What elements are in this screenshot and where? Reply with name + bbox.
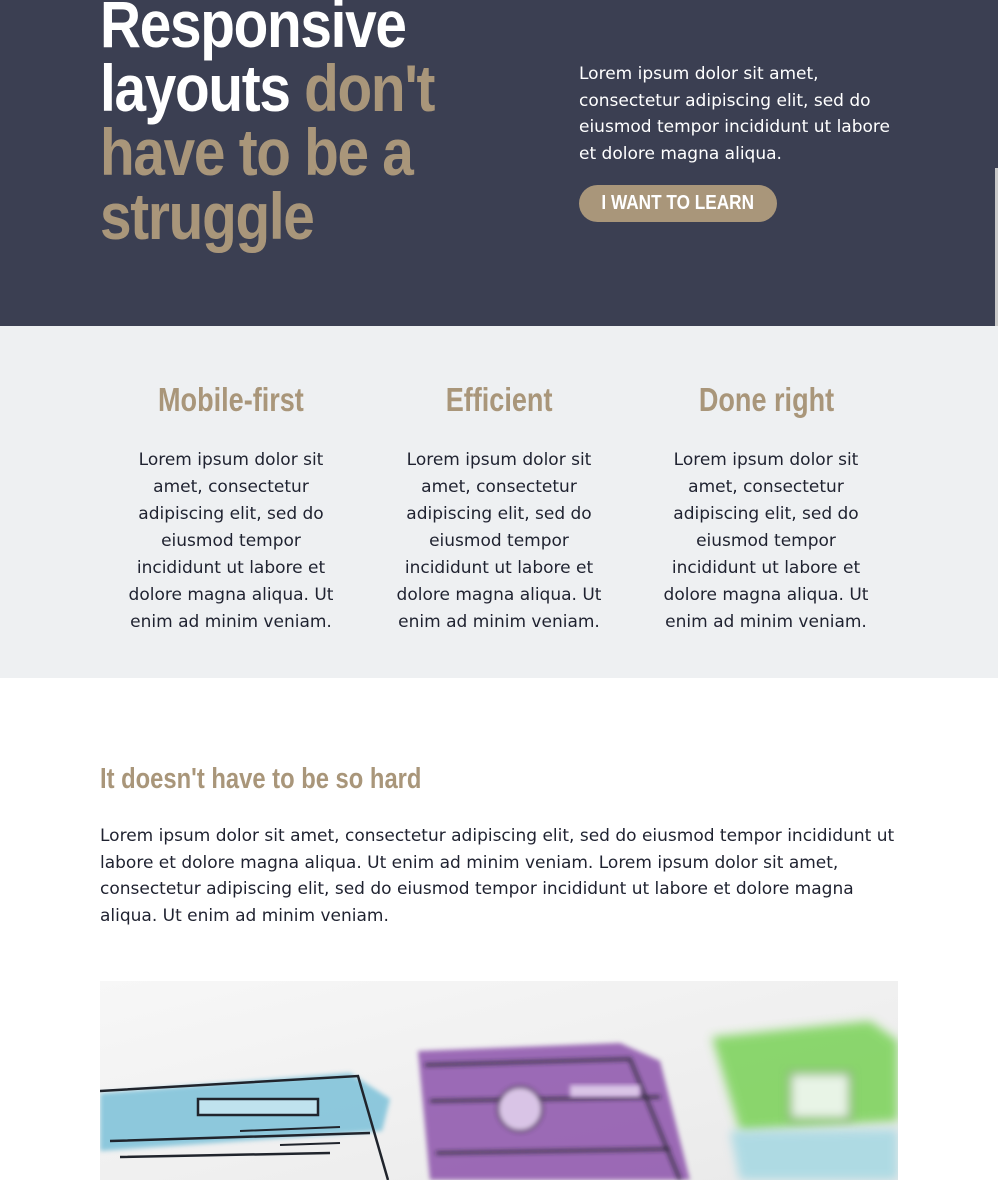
learn-button[interactable]: I want to learn [579,185,777,222]
hero-section: Responsive layouts don't have to be a st… [0,0,998,326]
feature-text: Lorem ipsum dolor sit amet, consectetur … [396,450,602,632]
sketch-illustration [100,981,898,1180]
feature-text: Lorem ipsum dolor sit amet, consectetur … [663,450,869,632]
feature-done-right: Done right Lorem ipsum dolor sit amet, c… [653,326,879,636]
learn-button-label: I want to learn [601,192,755,214]
features-section: Mobile-first Lorem ipsum dolor sit amet,… [0,326,998,678]
intro-title: It doesn't have to be so hard [100,763,422,795]
intro-text: Lorem ipsum dolor sit amet, consectetur … [100,826,895,926]
feature-efficient: Efficient Lorem ipsum dolor sit amet, co… [386,326,612,636]
feature-mobile-first: Mobile-first Lorem ipsum dolor sit amet,… [118,326,344,636]
feature-title: Done right [698,381,834,418]
feature-title: Efficient [445,381,553,418]
hero-title: Responsive layouts don't have to be a st… [100,0,496,249]
feature-title: Mobile-first [158,381,304,418]
wireframe-sketch-image [100,981,898,1180]
hero-description: Lorem ipsum dolor sit amet, consectetur … [579,64,890,164]
feature-text: Lorem ipsum dolor sit amet, consectetur … [128,450,334,632]
